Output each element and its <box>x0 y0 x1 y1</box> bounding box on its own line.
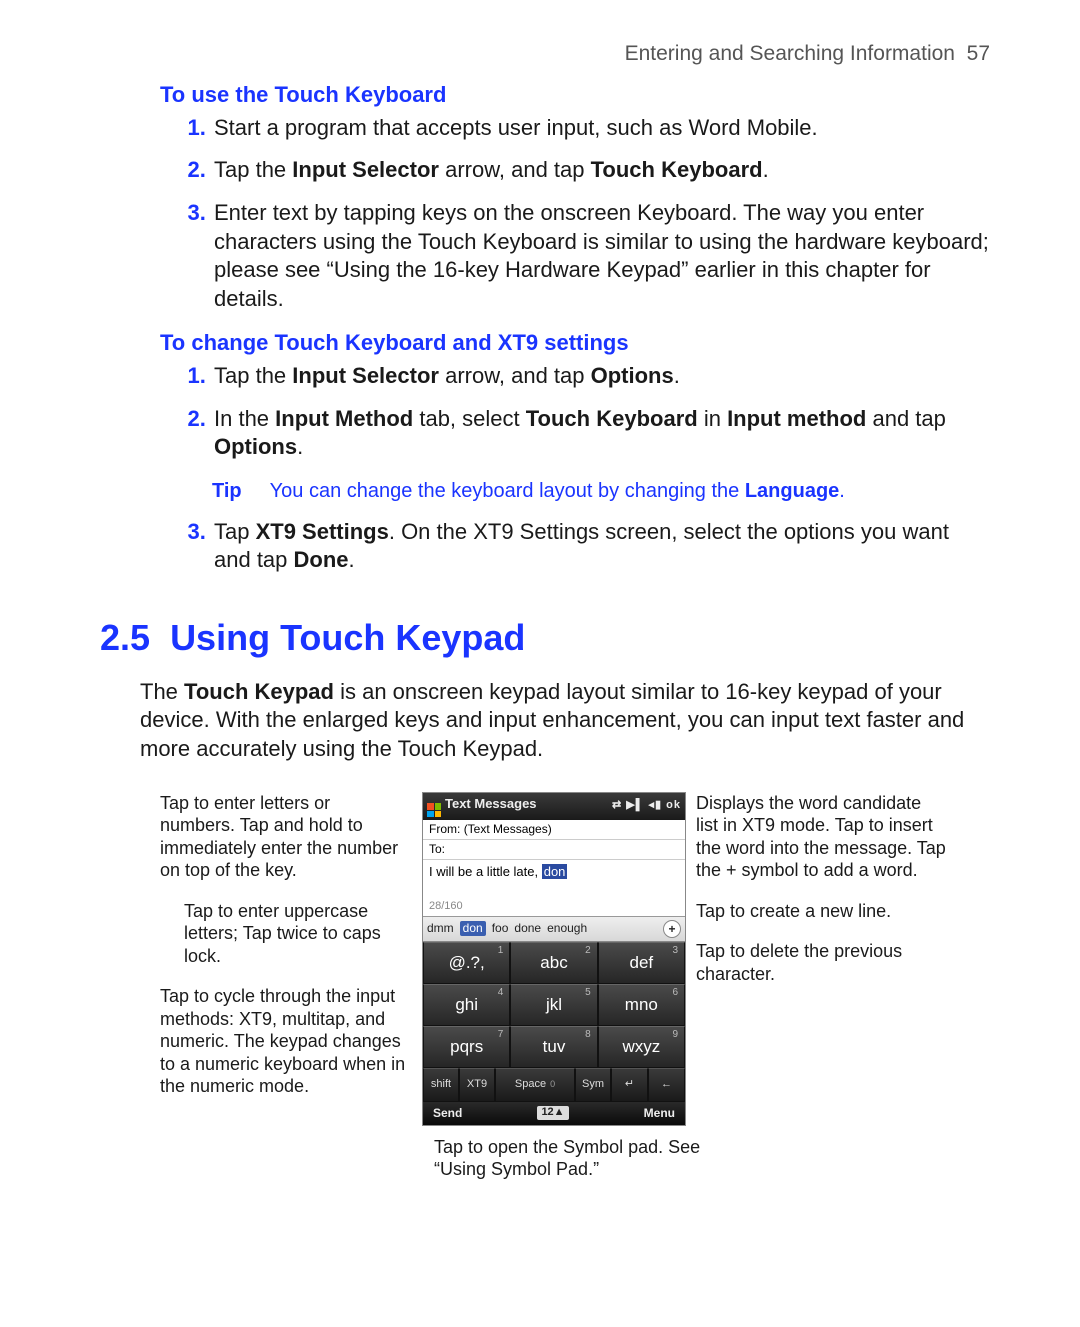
chapter-title: Entering and Searching Information <box>625 42 955 65</box>
section-number: 2.5 <box>100 617 150 658</box>
add-word-icon: + <box>663 920 681 938</box>
callout-shift: Tap to enter uppercase letters; Tap twic… <box>184 900 410 968</box>
step: Start a program that accepts user input,… <box>212 114 990 143</box>
candidate: done <box>514 921 541 936</box>
callout-input-method: Tap to cycle through the input methods: … <box>160 985 410 1098</box>
candidate-selected: don <box>460 921 486 936</box>
callout-enter-letters: Tap to enter letters or numbers. Tap and… <box>160 792 410 882</box>
sip-indicator: 12▲ <box>537 1106 568 1120</box>
status-icons: ⇄ ▶▌ ◂▮ ok <box>612 799 681 813</box>
steps-change-settings-cont: Tap XT9 Settings. On the XT9 Settings sc… <box>172 518 990 575</box>
to-field: To: <box>423 840 685 860</box>
key-6: mno6 <box>598 984 685 1026</box>
key-sym: Sym <box>575 1068 611 1102</box>
step: Tap the Input Selector arrow, and tap To… <box>212 156 990 185</box>
candidate: dmm <box>427 921 454 936</box>
candidate: foo <box>492 921 509 936</box>
key-xt9: XT9 <box>459 1068 495 1102</box>
phone-titlebar: Text Messages ⇄ ▶▌ ◂▮ ok <box>423 793 685 821</box>
tip: Tip You can change the keyboard layout b… <box>212 478 990 504</box>
softkey-menu: Menu <box>644 1106 675 1121</box>
step: In the Input Method tab, select Touch Ke… <box>212 405 990 462</box>
steps-use-touch-keyboard: Start a program that accepts user input,… <box>172 114 990 314</box>
subheading-use-touch-keyboard: To use the Touch Keyboard <box>160 81 990 110</box>
key-1: @.?,1 <box>423 942 510 984</box>
key-enter: ↵ <box>611 1068 648 1102</box>
callout-candidate-list: Displays the word candidate list in XT9 … <box>696 792 946 882</box>
section-heading: 2.5 Using Touch Keypad <box>100 615 990 662</box>
section-intro: The Touch Keypad is an onscreen keypad l… <box>140 678 984 764</box>
page-number: 57 <box>967 42 990 65</box>
step: Tap XT9 Settings. On the XT9 Settings sc… <box>212 518 990 575</box>
callout-symbol-pad: Tap to open the Symbol pad. See “Using S… <box>434 1136 714 1181</box>
subheading-change-settings: To change Touch Keyboard and XT9 setting… <box>160 329 990 358</box>
phone-screenshot: Text Messages ⇄ ▶▌ ◂▮ ok From: (Text Mes… <box>422 792 686 1126</box>
steps-change-settings: Tap the Input Selector arrow, and tap Op… <box>172 362 990 462</box>
tip-text: You can change the keyboard layout by ch… <box>270 478 845 504</box>
keypad: @.?,1 abc2 def3 ghi4 jkl5 mno6 pqrs7 tuv… <box>423 942 685 1068</box>
key-4: ghi4 <box>423 984 510 1026</box>
section-title: Using Touch Keypad <box>170 617 525 658</box>
from-field: From: (Text Messages) <box>423 820 685 840</box>
key-shift: shift <box>423 1068 459 1102</box>
char-count: 28/160 <box>423 900 685 917</box>
step: Enter text by tapping keys on the onscre… <box>212 199 990 313</box>
key-2: abc2 <box>510 942 597 984</box>
keypad-figure: Tap to enter letters or numbers. Tap and… <box>160 792 990 1126</box>
running-header: Entering and Searching Information 57 <box>100 40 990 67</box>
softkey-bar: Send 12▲ Menu <box>423 1102 685 1125</box>
candidate-bar: dmm don foo done enough + <box>423 917 685 942</box>
key-3: def3 <box>598 942 685 984</box>
key-5: jkl5 <box>510 984 597 1026</box>
key-9: wxyz9 <box>598 1026 685 1068</box>
key-8: tuv8 <box>510 1026 597 1068</box>
key-7: pqrs7 <box>423 1026 510 1068</box>
key-space: Space0 <box>495 1068 575 1102</box>
step: Tap the Input Selector arrow, and tap Op… <box>212 362 990 391</box>
tip-label: Tip <box>212 478 242 504</box>
message-body: I will be a little late, don <box>423 860 685 900</box>
key-backspace: ← <box>648 1068 685 1102</box>
callout-delete: Tap to delete the previous character. <box>696 940 946 985</box>
keypad-bottom-row: shift XT9 Space0 Sym ↵ ← <box>423 1068 685 1102</box>
callout-new-line: Tap to create a new line. <box>696 900 946 923</box>
start-icon <box>427 803 441 817</box>
softkey-send: Send <box>433 1106 462 1121</box>
candidate: enough <box>547 921 587 936</box>
